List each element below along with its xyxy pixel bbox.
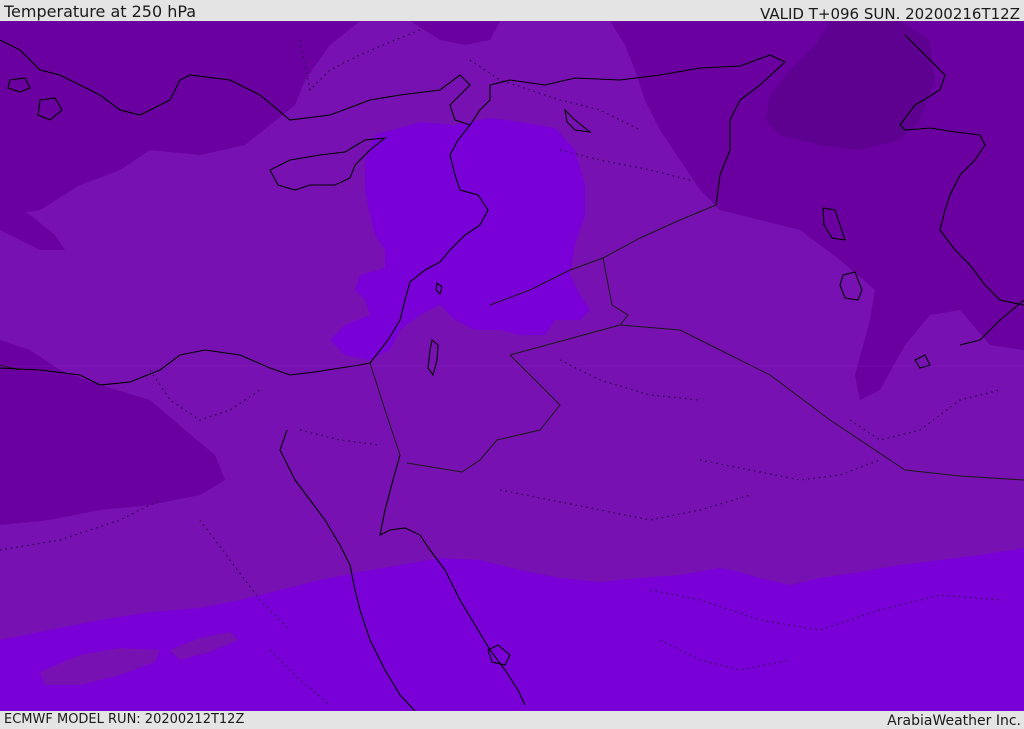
temperature-map[interactable] (0, 21, 1024, 711)
model-run-label: ECMWF MODEL RUN: 20200212T12Z (4, 712, 245, 727)
map-title: Temperature at 250 hPa (4, 2, 197, 21)
footer-bar: ECMWF MODEL RUN: 20200212T12Z ArabiaWeat… (0, 711, 1024, 729)
header-bar: Temperature at 250 hPa VALID T+096 SUN. … (0, 0, 1024, 23)
credit-label: ArabiaWeather Inc. (887, 713, 1021, 729)
